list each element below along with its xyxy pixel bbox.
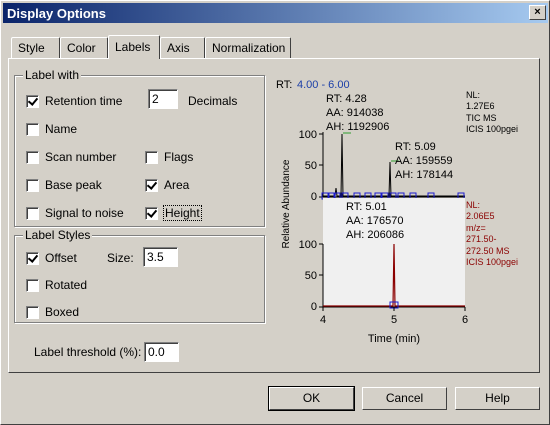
scan-number-checkbox[interactable]: Scan number xyxy=(26,149,116,165)
top-peak1-aa: AA: 914038 xyxy=(326,107,384,119)
size-label: Size: xyxy=(107,251,134,265)
tab-style[interactable]: Style xyxy=(11,37,60,58)
label-styles-title: Label Styles xyxy=(23,228,93,242)
flags-checkbox[interactable]: Flags xyxy=(145,149,193,165)
bottom-info-4: 272.50 MS xyxy=(466,246,510,256)
bottom-plot: 100 50 0 RT: 5.01 AA: 176570 AH: 206086 … xyxy=(299,198,518,345)
top-plot: 100 50 0 RT: 4.28 AA: 914038 AH: 1192906… xyxy=(299,90,518,203)
bottom-info-2: m/z= xyxy=(466,223,486,233)
scan-number-label: Scan number xyxy=(45,150,117,164)
height-check[interactable] xyxy=(145,206,158,220)
boxed-checkbox[interactable]: Boxed xyxy=(26,304,79,320)
scan-number-check[interactable] xyxy=(26,150,39,164)
tab-labels[interactable]: Labels xyxy=(108,35,160,59)
size-input[interactable]: 3.5 xyxy=(143,247,178,267)
retention-time-checkbox[interactable]: Retention time xyxy=(26,93,122,109)
label-threshold-input[interactable]: 0.0 xyxy=(144,342,179,362)
bottom-peak-rt: RT: 5.01 xyxy=(346,201,387,213)
ok-button[interactable]: OK xyxy=(268,386,355,411)
label-with-title: Label with xyxy=(23,68,82,82)
decimals-label: Decimals xyxy=(188,94,238,108)
top-peak1-ah: AH: 1192906 xyxy=(326,121,389,133)
top-info-0: NL: xyxy=(466,90,480,100)
top-peak2-ah: AH: 178144 xyxy=(395,169,453,181)
tab-color[interactable]: Color xyxy=(60,37,108,58)
decimals-input[interactable]: 2 xyxy=(148,89,178,109)
height-label: Height xyxy=(163,205,202,221)
x-tick-label-6: 6 xyxy=(462,314,468,326)
flags-check[interactable] xyxy=(145,150,158,164)
signal-to-noise-checkbox[interactable]: Signal to noise xyxy=(26,205,124,221)
rotated-checkbox[interactable]: Rotated xyxy=(26,277,87,293)
top-info-2: TIC MS xyxy=(466,113,497,123)
rotated-check[interactable] xyxy=(26,278,39,292)
rt-range-value: 4.00 - 6.00 xyxy=(297,79,350,91)
top-info-3: ICIS 100pgei xyxy=(466,124,518,134)
offset-check[interactable] xyxy=(26,251,39,265)
label-threshold-label: Label threshold (%): xyxy=(34,345,142,359)
boxed-label: Boxed xyxy=(45,305,80,319)
signal-to-noise-check[interactable] xyxy=(26,206,39,220)
signal-to-noise-label: Signal to noise xyxy=(45,206,124,220)
top-y-tick-label-100: 100 xyxy=(299,129,317,141)
top-peak2-rt: RT: 5.09 xyxy=(395,141,436,153)
boxed-check[interactable] xyxy=(26,305,39,319)
help-button[interactable]: Help xyxy=(455,387,540,410)
bottom-peak-aa: AA: 176570 xyxy=(346,215,404,227)
bottom-info-3: 271.50- xyxy=(466,234,497,244)
flags-label: Flags xyxy=(164,150,194,164)
name-checkbox[interactable]: Name xyxy=(26,121,77,137)
base-peak-checkbox[interactable]: Base peak xyxy=(26,177,102,193)
y-axis-label: Relative Abundance xyxy=(281,159,292,248)
bottom-y-tick-label-0: 0 xyxy=(311,301,317,313)
area-check[interactable] xyxy=(145,178,158,192)
retention-time-label: Retention time xyxy=(45,94,123,108)
rotated-label: Rotated xyxy=(45,278,88,292)
name-check[interactable] xyxy=(26,122,39,136)
rt-range-prefix: RT: xyxy=(276,79,292,91)
bottom-y-tick-label-50: 50 xyxy=(305,270,317,282)
base-peak-label: Base peak xyxy=(45,178,102,192)
preview-chromatogram: RT: 4.00 - 6.00 Relative Abundance 100 5… xyxy=(276,79,518,345)
title-bar: Display Options × xyxy=(3,3,548,23)
top-y-tick-label-50: 50 xyxy=(305,160,317,172)
bottom-peak-ah: AH: 206086 xyxy=(346,229,404,241)
x-tick-label-4: 4 xyxy=(320,314,326,326)
top-peak1-rt: RT: 4.28 xyxy=(326,93,367,105)
tab-normalization[interactable]: Normalization xyxy=(205,37,291,58)
area-checkbox[interactable]: Area xyxy=(145,177,189,193)
tab-axis[interactable]: Axis xyxy=(160,37,205,58)
close-button[interactable]: × xyxy=(529,5,546,20)
area-label: Area xyxy=(164,178,190,192)
bottom-y-tick-label-100: 100 xyxy=(299,239,317,251)
height-checkbox[interactable]: Height xyxy=(145,205,202,221)
window-title: Display Options xyxy=(7,6,106,21)
name-label: Name xyxy=(45,122,78,136)
display-options-dialog: Display Options × Style Color Labels Axi… xyxy=(0,0,550,425)
offset-label: Offset xyxy=(45,251,77,265)
top-peak2-aa: AA: 159559 xyxy=(395,155,453,167)
x-axis-label: Time (min) xyxy=(368,333,420,345)
cancel-button[interactable]: Cancel xyxy=(362,387,447,410)
x-tick-label-5: 5 xyxy=(391,314,397,326)
retention-time-check[interactable] xyxy=(26,94,39,108)
top-info-1: 1.27E6 xyxy=(466,101,495,111)
offset-checkbox[interactable]: Offset xyxy=(26,250,77,266)
bottom-info-0: NL: xyxy=(466,200,480,210)
bottom-info-1: 2.06E5 xyxy=(466,211,495,221)
top-y-tick-label-0: 0 xyxy=(311,191,317,203)
base-peak-check[interactable] xyxy=(26,178,39,192)
bottom-info-5: ICIS 100pgei xyxy=(466,257,518,267)
bottom-info: NL: 2.06E5 m/z= 271.50- 272.50 MS ICIS 1… xyxy=(466,200,518,267)
